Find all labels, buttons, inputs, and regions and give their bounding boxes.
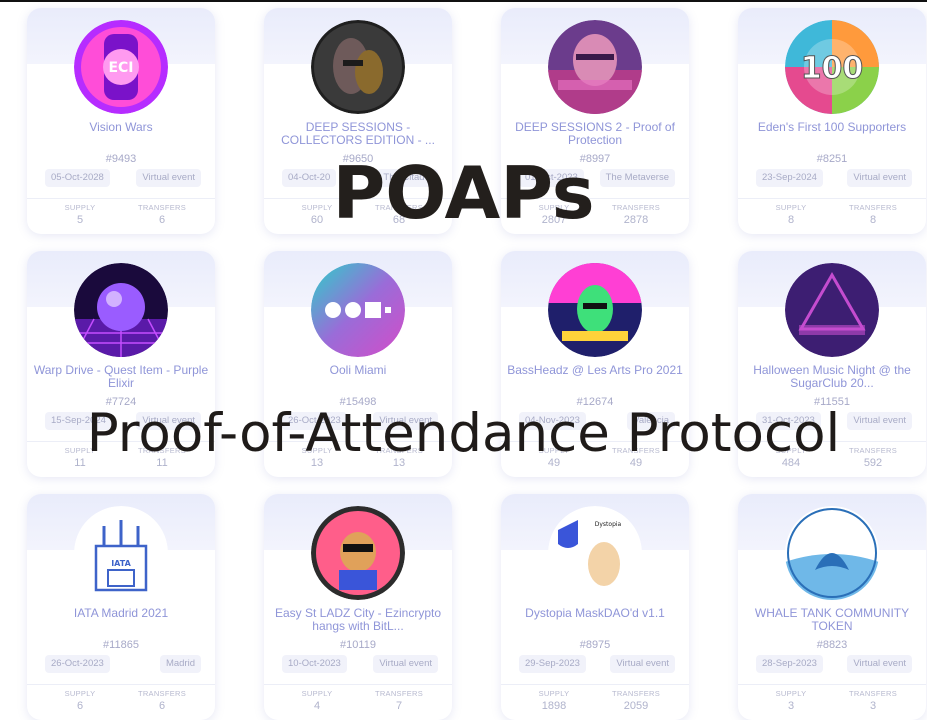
card-id: #8975 (579, 639, 611, 651)
supply-value: 6 (76, 700, 84, 712)
cool-dog-icon (311, 506, 405, 600)
card-stats: SUPPLY 3 TRANSFERS 3 (738, 684, 926, 720)
svg-text:100: 100 (801, 51, 864, 86)
whale-tail-icon (785, 506, 879, 600)
hundred-badge-icon: 100 (785, 20, 879, 114)
transfers-label: TRANSFERS (374, 689, 424, 698)
iata-building-icon: IATA (74, 506, 168, 600)
transfers-stat: TRANSFERS 3 (838, 689, 908, 712)
purple-orb-icon (74, 263, 168, 357)
transfers-stat: TRANSFERS 6 (127, 689, 197, 712)
card-id: #8823 (816, 639, 848, 651)
card-title[interactable]: WHALE TANK COMMUNITY TOKEN (744, 607, 920, 633)
metaverse-music-fest-icon (785, 263, 879, 357)
card-title[interactable]: Halloween Music Night @ the SugarClub 20… (744, 364, 920, 390)
transfers-value: 7 (395, 700, 403, 712)
transfers-label: TRANSFERS (137, 689, 187, 698)
deep-sessions-mask-icon (311, 20, 405, 114)
card-date: 29-Sep-2023 (519, 655, 586, 673)
supply-label: SUPPLY (775, 689, 807, 698)
card-title[interactable]: Warp Drive - Quest Item - Purple Elixir (33, 364, 209, 390)
svg-text:Dystopia: Dystopia (595, 521, 622, 528)
transfers-label: TRANSFERS (848, 689, 898, 698)
card-id: #11865 (103, 639, 139, 651)
card-id: #10119 (340, 639, 376, 651)
supply-value: 1898 (541, 700, 567, 712)
overlay-title: POAPs (332, 151, 595, 235)
supply-stat: SUPPLY 3 (756, 689, 826, 712)
supply-label: SUPPLY (64, 689, 96, 698)
transfers-stat: TRANSFERS 7 (364, 689, 434, 712)
protection-face-icon (548, 20, 642, 114)
card-title[interactable]: Easy St LADZ City - Ezincrypto hangs wit… (270, 607, 446, 633)
card-location: Virtual event (373, 655, 438, 673)
poap-card[interactable]: Easy St LADZ City - Ezincrypto hangs wit… (264, 494, 452, 720)
poap-card[interactable]: Dystopia Dystopia MaskDAO'd v1.1 #8975 2… (501, 494, 689, 720)
eci-badge-icon: ECI (74, 20, 168, 114)
green-head-icon (548, 263, 642, 357)
dystopia-mask-icon: Dystopia (548, 506, 642, 600)
supply-stat: SUPPLY 4 (282, 689, 352, 712)
transfers-value: 3 (869, 700, 877, 712)
supply-stat: SUPPLY 1898 (519, 689, 589, 712)
supply-value: 4 (313, 700, 321, 712)
card-title[interactable]: DEEP SESSIONS - COLLECTORS EDITION - ... (270, 121, 446, 147)
poap-card[interactable]: IATA IATA Madrid 2021 #11865 26-Oct-2023… (27, 494, 215, 720)
card-date: 10-Oct-2023 (282, 655, 347, 673)
card-date: 28-Sep-2023 (756, 655, 823, 673)
card-stats: SUPPLY 1898 TRANSFERS 2059 (501, 684, 689, 720)
card-date: 26-Oct-2023 (45, 655, 110, 673)
card-location: Virtual event (847, 655, 912, 673)
card-title[interactable]: Ooli Miami (270, 364, 446, 377)
svg-text:ECI: ECI (108, 60, 133, 76)
card-location: Madrid (159, 655, 201, 673)
card-title[interactable]: BassHeadz @ Les Arts Pro 2021 (507, 364, 683, 377)
transfers-value: 2059 (623, 700, 649, 712)
poap-grid: ECI Vision Wars #9493 05-Oct-2028 Virtua… (0, 0, 927, 720)
card-location: Virtual event (610, 655, 675, 673)
card-title[interactable]: IATA Madrid 2021 (33, 607, 209, 620)
card-title[interactable]: DEEP SESSIONS 2 - Proof of Protection (507, 121, 683, 147)
svg-text:IATA: IATA (111, 559, 131, 568)
supply-value: 3 (787, 700, 795, 712)
poap-card[interactable]: WHALE TANK COMMUNITY TOKEN #8823 28-Sep-… (738, 494, 926, 720)
supply-label: SUPPLY (301, 689, 333, 698)
overlay-subtitle: Proof-of-Attendance Protocol (86, 403, 841, 464)
transfers-value: 6 (158, 700, 166, 712)
card-title[interactable]: Eden's First 100 Supporters (744, 121, 920, 134)
card-title[interactable]: Vision Wars (33, 121, 209, 134)
transfers-label: TRANSFERS (611, 689, 661, 698)
card-title[interactable]: Dystopia MaskDAO'd v1.1 (507, 607, 683, 620)
ooli-shapes-icon (311, 263, 405, 357)
card-stats: SUPPLY 6 TRANSFERS 6 (27, 684, 215, 720)
supply-label: SUPPLY (538, 689, 570, 698)
card-stats: SUPPLY 4 TRANSFERS 7 (264, 684, 452, 720)
supply-stat: SUPPLY 6 (45, 689, 115, 712)
transfers-stat: TRANSFERS 2059 (601, 689, 671, 712)
